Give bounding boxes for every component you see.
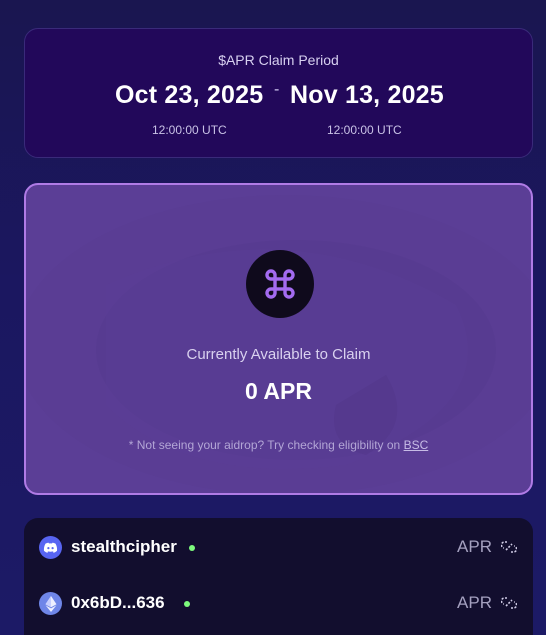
linked-accounts-card: stealthcipher APR 0x6bD...636 APR: [24, 518, 533, 635]
bsc-link[interactable]: BSC: [404, 438, 429, 452]
command-icon: [246, 250, 314, 318]
account-row-discord: stealthcipher APR: [24, 532, 533, 562]
claim-period-title: $APR Claim Period: [218, 52, 339, 68]
date-separator: -: [274, 81, 280, 98]
claim-start-time: 12:00:00 UTC: [152, 123, 227, 137]
discord-icon: [39, 536, 62, 559]
online-status-dot: [189, 545, 195, 551]
claim-end-time: 12:00:00 UTC: [327, 123, 402, 137]
unlink-icon[interactable]: [501, 595, 517, 611]
account-name: 0x6bD...636: [71, 593, 165, 612]
page: $APR Claim Period Oct 23, 2025 - Nov 13,…: [0, 0, 546, 635]
claim-period-card: $APR Claim Period Oct 23, 2025 - Nov 13,…: [24, 28, 533, 158]
account-row-ethereum: 0x6bD...636 APR: [24, 588, 533, 618]
claim-end-date: Nov 13, 2025: [290, 81, 444, 109]
ethereum-icon: [39, 592, 62, 615]
online-status-dot: [184, 601, 190, 607]
claim-card: Currently Available to Claim 0 APR * Not…: [24, 183, 533, 495]
unlink-icon[interactable]: [501, 539, 517, 555]
account-token: APR: [457, 593, 492, 612]
eligibility-hint-text: * Not seeing your aidrop? Try checking e…: [128, 438, 404, 452]
claim-amount: 0 APR: [245, 378, 312, 404]
account-name: stealthcipher: [71, 537, 177, 556]
claim-start-date: Oct 23, 2025: [115, 81, 264, 109]
eligibility-hint: * Not seeing your aidrop? Try checking e…: [26, 438, 531, 452]
account-token: APR: [457, 537, 492, 556]
available-to-claim-label: Currently Available to Claim: [186, 346, 371, 363]
